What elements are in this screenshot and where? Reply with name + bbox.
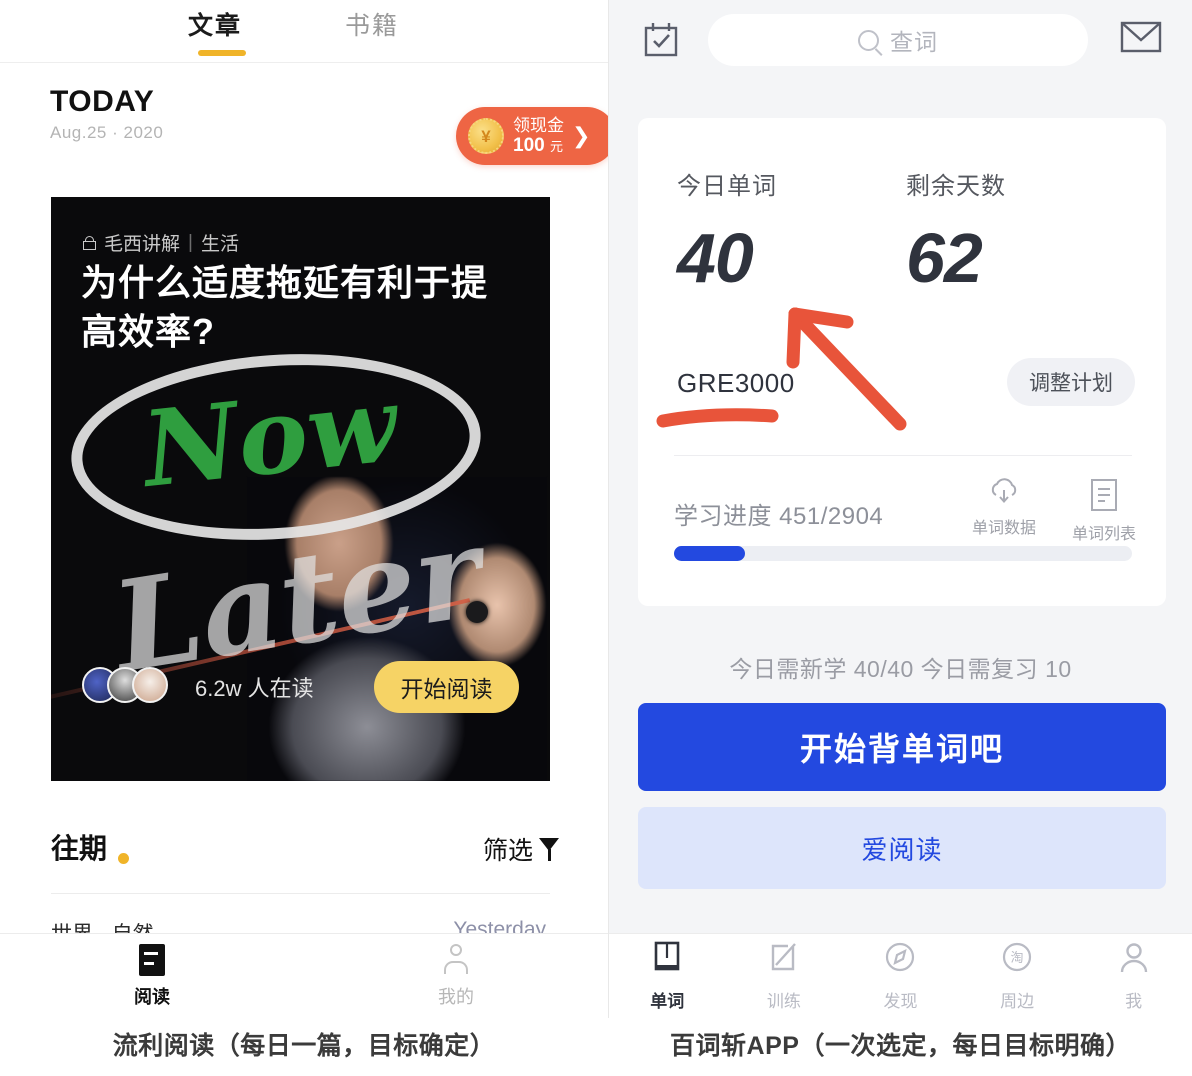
reader-avatar-group: [82, 667, 168, 703]
svg-text:淘: 淘: [1011, 951, 1024, 966]
nav-item-me[interactable]: 我: [1075, 934, 1192, 1018]
nav-item-reading[interactable]: 阅读: [0, 934, 304, 1018]
search-icon: [858, 29, 879, 51]
search-input[interactable]: 查词: [890, 23, 938, 57]
nav-item-discover[interactable]: 发现: [842, 934, 959, 1018]
stat-days-left: 剩余天数 62: [906, 166, 1006, 293]
illustration-word-now: Now: [137, 362, 403, 511]
chevron-right-icon: ❯: [572, 123, 591, 148]
right-app-screen: 查词 今日单词 40 剩余天数 62 GRE3000 调整计划 学习进度 451…: [609, 0, 1192, 1018]
reader-count: 6.2w 人在读: [195, 676, 314, 701]
active-tab-underline: [198, 50, 246, 56]
featured-article-card[interactable]: Later Now 毛西讲解 | 生活 为什么适度拖延有利于提高效率? 6.2w…: [51, 197, 550, 781]
tab-articles[interactable]: 文章: [188, 6, 242, 42]
word-list-button[interactable]: 单词列表: [1072, 478, 1136, 544]
nav-item-around[interactable]: 淘 周边: [959, 934, 1076, 1018]
nav-label: 周边: [1000, 991, 1035, 1011]
stat-label: 今日单词: [677, 173, 777, 200]
comparison-screenshot: 文章 书籍 TODAY Aug.25 · 2020 ¥ 领现金 100 元 ❯ …: [0, 0, 1192, 1076]
progress-label: 学习进度 451/2904: [674, 503, 884, 530]
card-action-group: 单词数据 单词列表: [972, 478, 1136, 544]
search-bar[interactable]: 查词: [708, 14, 1088, 66]
nav-label: 阅读: [134, 986, 170, 1007]
nav-item-words[interactable]: 单词: [609, 934, 726, 1018]
article-footer: 6.2w 人在读 开始阅读: [51, 661, 550, 721]
wordbook-name: GRE3000: [677, 368, 795, 398]
adjust-plan-button[interactable]: 调整计划: [1007, 358, 1135, 406]
cash-badge-title: 领现金: [513, 115, 564, 135]
funnel-icon: [539, 837, 559, 861]
top-tab-bar: 文章 书籍: [0, 0, 608, 63]
avatar: [132, 667, 168, 703]
person-icon: [1119, 941, 1149, 980]
left-app-screen: 文章 书籍 TODAY Aug.25 · 2020 ¥ 领现金 100 元 ❯ …: [0, 0, 609, 1018]
caption-right: 百词斩APP（一次选定，每日目标明确）: [670, 1032, 1131, 1060]
article-title: 为什么适度拖延有利于提高效率?: [81, 262, 489, 352]
start-reading-button[interactable]: 开始阅读: [374, 661, 519, 713]
left-bottom-nav: 阅读 我的: [0, 933, 608, 1018]
right-top-bar: 查词: [609, 0, 1192, 82]
filter-label: 筛选: [482, 837, 533, 865]
tab-books[interactable]: 书籍: [345, 6, 399, 42]
meta-separator: |: [188, 231, 193, 253]
past-issues-dot: [118, 853, 129, 864]
article-category: 生活: [200, 234, 239, 255]
caption-left: 流利阅读（每日一篇，目标确定）: [112, 1032, 496, 1060]
calendar-check-icon[interactable]: [641, 20, 681, 60]
cash-reward-badge[interactable]: ¥ 领现金 100 元 ❯: [456, 107, 608, 165]
past-issues-header: 往期 筛选: [0, 815, 608, 885]
coin-icon: ¥: [468, 118, 504, 154]
divider: [674, 455, 1132, 456]
nav-item-mine[interactable]: 我的: [304, 934, 608, 1018]
stat-value: 40: [677, 219, 754, 297]
nav-label: 发现: [883, 991, 918, 1011]
cash-badge-text: 领现金 100 元: [513, 116, 564, 156]
daily-todo-summary: 今日需新学 40/40 今日需复习 10: [729, 656, 1072, 682]
nav-label: 训练: [766, 991, 801, 1011]
divider: [51, 893, 550, 894]
progress-bar: [674, 546, 1132, 561]
stat-value: 62: [906, 219, 983, 297]
word-data-button[interactable]: 单词数据: [972, 478, 1036, 544]
page-title: TODAY: [50, 85, 155, 118]
nav-label: 我的: [438, 986, 474, 1007]
mail-icon[interactable]: [1120, 20, 1162, 54]
article-meta: 毛西讲解 | 生活: [83, 229, 239, 256]
study-plan-card: 今日单词 40 剩余天数 62 GRE3000 调整计划 学习进度 451/29…: [638, 118, 1166, 606]
stat-label: 剩余天数: [906, 173, 1006, 200]
taobao-circle-icon: 淘: [1001, 941, 1033, 980]
compass-icon: [884, 941, 916, 980]
past-issues-title: 往期: [51, 833, 108, 864]
cash-badge-amount: 100 元: [513, 135, 564, 156]
nav-label: 单词: [650, 991, 685, 1011]
start-study-button[interactable]: 开始背单词吧: [638, 703, 1166, 791]
right-bottom-nav: 单词 训练 发现 淘 周边 我: [609, 933, 1192, 1018]
list-document-icon: [1089, 478, 1119, 512]
nav-item-training[interactable]: 训练: [726, 934, 843, 1018]
cash-amount-number: 100: [513, 134, 545, 156]
nav-label: 我: [1125, 991, 1143, 1011]
cloud-download-icon: [987, 478, 1021, 506]
lock-icon: [83, 235, 96, 250]
cash-amount-unit: 元: [549, 138, 563, 154]
today-date: Aug.25 · 2020: [50, 123, 164, 142]
person-icon: [442, 943, 470, 976]
card-action-label: 单词数据: [971, 520, 1036, 537]
article-author: 毛西讲解: [104, 234, 181, 255]
progress-bar-fill: [674, 546, 745, 561]
pencil-square-icon: [769, 941, 799, 980]
document-icon: [139, 943, 165, 976]
book-icon: [652, 941, 682, 980]
filter-button[interactable]: 筛选: [483, 831, 559, 867]
stat-today-words: 今日单词 40: [677, 166, 777, 293]
card-action-label: 单词列表: [1071, 526, 1136, 543]
love-reading-button[interactable]: 爱阅读: [638, 807, 1166, 889]
